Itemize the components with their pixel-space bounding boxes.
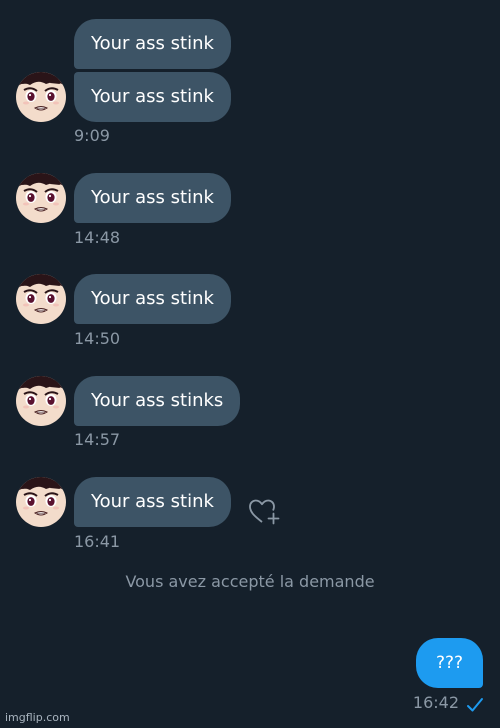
message-bubble[interactable]: Your ass stink	[74, 19, 231, 69]
message-timestamp: 14:50	[74, 329, 121, 348]
avatar[interactable]	[16, 72, 66, 122]
message-timestamp: 14:48	[74, 228, 121, 247]
message-bubble[interactable]: Your ass stinks	[74, 376, 241, 426]
message-timestamp: 14:57	[74, 430, 121, 449]
add-reaction-icon[interactable]	[247, 496, 281, 526]
message-bubble[interactable]: Your ass stink	[74, 173, 231, 223]
watermark: imgflip.com	[5, 711, 70, 724]
outgoing-message-bubble[interactable]: ???	[416, 638, 483, 688]
avatar[interactable]	[16, 173, 66, 223]
avatar[interactable]	[16, 477, 66, 527]
check-icon	[466, 697, 484, 713]
message-bubble[interactable]: Your ass stink	[74, 72, 231, 122]
outgoing-timestamp: 16:42	[412, 693, 459, 712]
message-timestamp: 16:41	[74, 532, 121, 551]
request-accepted-notice: Vous avez accepté la demande	[125, 572, 375, 591]
message-timestamp: 9:09	[74, 126, 110, 145]
message-bubble[interactable]: Your ass stink	[74, 477, 231, 527]
avatar[interactable]	[16, 274, 66, 324]
message-bubble[interactable]: Your ass stink	[74, 274, 231, 324]
avatar[interactable]	[16, 376, 66, 426]
